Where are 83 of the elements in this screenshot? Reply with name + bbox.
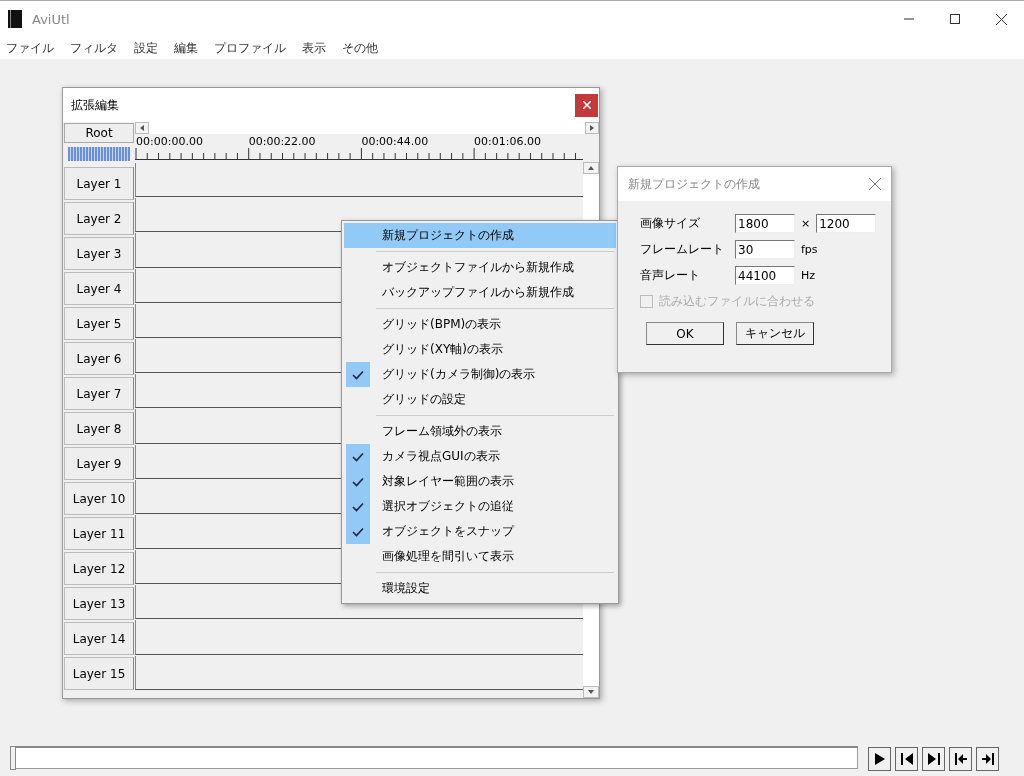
unit-label: fps <box>801 243 818 256</box>
app-icon <box>8 10 22 28</box>
right-arrow-icon <box>590 125 594 131</box>
menu-item[interactable]: 編集 <box>172 39 200 57</box>
up-arrow-icon <box>588 166 594 170</box>
play-button[interactable] <box>868 747 891 771</box>
close-button[interactable] <box>575 93 598 117</box>
layer-button[interactable]: Layer 12 <box>64 552 134 585</box>
step-forward-button[interactable] <box>922 747 945 771</box>
window-title: 拡張編集 <box>71 96 119 114</box>
menu-item[interactable]: バックアップファイルから新規作成 <box>344 280 616 305</box>
field-label: 画像サイズ <box>640 215 701 232</box>
time-label: 00:01:06.00 <box>474 135 541 148</box>
scroll-down-button[interactable] <box>583 686 599 698</box>
menu-item[interactable]: カメラ視点GUIの表示 <box>344 444 616 469</box>
layer-button[interactable]: Layer 3 <box>64 237 134 270</box>
layer-button[interactable]: Layer 2 <box>64 202 134 235</box>
menu-item[interactable]: 設定 <box>132 39 160 57</box>
checkbox-label: 読み込むファイルに合わせる <box>659 293 815 310</box>
menu-item[interactable]: フレーム領域外の表示 <box>344 419 616 444</box>
menu-item[interactable]: グリッドの設定 <box>344 387 616 412</box>
menu-item[interactable]: プロファイル <box>212 39 288 57</box>
step-forward-icon <box>925 751 942 767</box>
menu-item[interactable]: 環境設定 <box>344 576 616 601</box>
menu-item[interactable]: ファイル <box>4 39 56 57</box>
layer-button[interactable]: Layer 11 <box>64 517 134 550</box>
jump-start-button[interactable] <box>949 747 972 771</box>
menu-item[interactable]: フィルタ <box>68 39 120 57</box>
layer-button[interactable]: Layer 5 <box>64 307 134 340</box>
menu-item[interactable]: オブジェクトをスナップ <box>344 519 616 544</box>
slider-thumb[interactable] <box>10 746 16 770</box>
cancel-button[interactable]: キャンセル <box>736 322 814 345</box>
close-icon[interactable] <box>869 178 881 190</box>
frame-rate-field[interactable]: 30 <box>735 240 795 259</box>
layer-button[interactable]: Layer 9 <box>64 447 134 480</box>
field-label: 音声レート <box>640 267 701 284</box>
menu-item[interactable]: 選択オブジェクトの追従 <box>344 494 616 519</box>
layer-button[interactable]: Layer 15 <box>64 657 134 690</box>
scroll-right-button[interactable] <box>585 122 599 134</box>
layer-button[interactable]: Layer 8 <box>64 412 134 445</box>
menu-item[interactable]: 新規プロジェクトの作成 <box>344 223 616 248</box>
close-icon <box>995 13 1007 25</box>
height-field[interactable]: 1200 <box>816 214 877 233</box>
jump-end-button[interactable] <box>976 747 999 771</box>
left-arrow-icon <box>140 125 144 131</box>
window-title: AviUtl <box>32 11 71 27</box>
menu-item[interactable]: 対象レイヤー範囲の表示 <box>344 469 616 494</box>
width-field[interactable]: 1800 <box>735 214 795 233</box>
layer-button[interactable]: Layer 7 <box>64 377 134 410</box>
unit-label: Hz <box>801 269 816 282</box>
down-arrow-icon <box>588 690 594 694</box>
menu-item[interactable]: グリッド(XY軸)の表示 <box>344 337 616 362</box>
menu-item[interactable]: グリッド(カメラ制御)の表示 <box>344 362 616 387</box>
menu-item[interactable]: 画像処理を間引いて表示 <box>344 544 616 569</box>
jump-end-icon <box>979 751 996 767</box>
ok-button[interactable]: OK <box>646 322 724 345</box>
close-icon <box>582 101 591 109</box>
layer-button[interactable]: Layer 1 <box>64 167 134 200</box>
menu-item[interactable]: グリッド(BPM)の表示 <box>344 312 616 337</box>
layer-button[interactable]: Layer 13 <box>64 587 134 620</box>
scroll-left-button[interactable] <box>135 122 149 134</box>
time-label: 00:00:44.00 <box>361 135 429 148</box>
time-label: 00:00:00.00 <box>136 135 203 148</box>
field-label: フレームレート <box>640 241 725 258</box>
audio-rate-field[interactable]: 44100 <box>735 266 795 285</box>
maximize-icon <box>950 14 960 24</box>
menu-item[interactable]: その他 <box>340 39 380 57</box>
layer-button[interactable]: Layer 4 <box>64 272 134 305</box>
step-back-icon <box>898 751 915 767</box>
layer-button[interactable]: Layer 14 <box>64 622 134 655</box>
dialog-title: 新規プロジェクトの作成 <box>628 175 760 193</box>
layer-button[interactable]: Layer 10 <box>64 482 134 515</box>
root-button[interactable]: Root <box>64 123 134 143</box>
jump-start-icon <box>952 751 969 767</box>
scroll-up-button[interactable] <box>583 162 599 174</box>
level-meter <box>68 147 130 161</box>
menu-item[interactable]: 表示 <box>300 39 328 57</box>
time-label: 00:00:22.00 <box>248 135 316 148</box>
step-back-button[interactable] <box>895 747 918 771</box>
seek-slider[interactable] <box>10 744 858 768</box>
times-sign: × <box>801 217 811 230</box>
layer-button[interactable]: Layer 6 <box>64 342 134 375</box>
menu-item[interactable]: オブジェクトファイルから新規作成 <box>344 255 616 280</box>
